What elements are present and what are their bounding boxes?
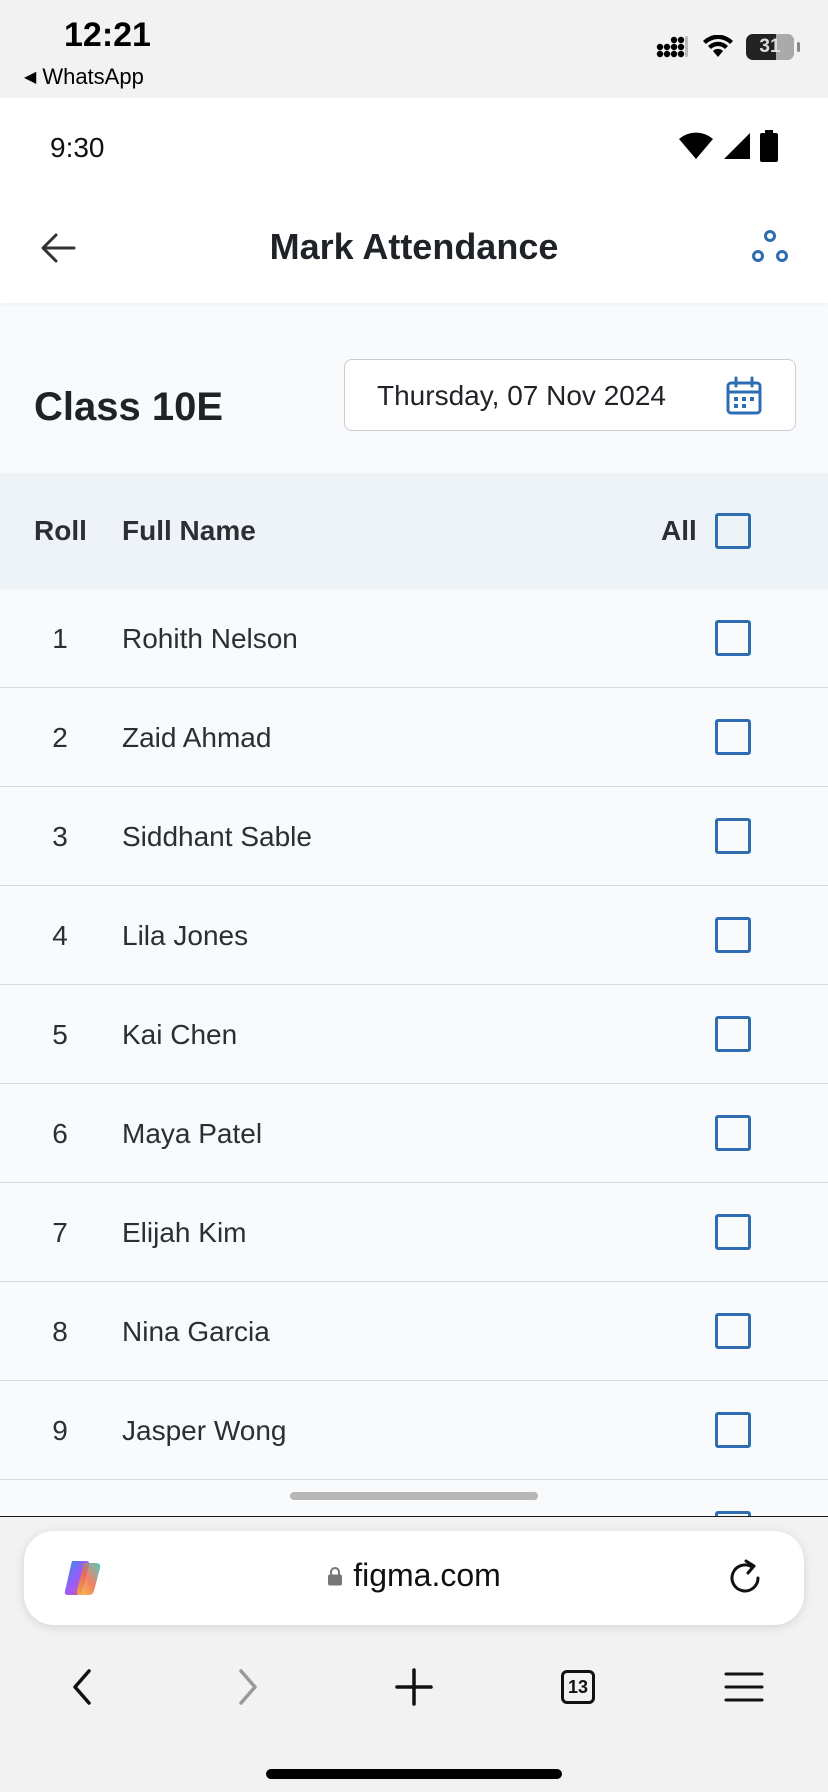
student-name: Lila Jones — [122, 920, 249, 951]
table-row: 2 Zaid Ahmad — [0, 688, 828, 787]
roll-number: 9 — [52, 1415, 68, 1446]
calendar-icon[interactable] — [725, 376, 763, 416]
attendance-checkbox[interactable] — [715, 620, 751, 656]
cellular-signal-icon — [656, 36, 688, 58]
lock-icon — [328, 1566, 343, 1585]
battery-level: 31 — [759, 36, 781, 57]
roll-number: 8 — [52, 1316, 68, 1347]
roll-number: 3 — [52, 821, 68, 852]
android-status-icons — [678, 130, 778, 162]
header-roll: Roll — [34, 515, 87, 546]
home-indicator — [266, 1769, 562, 1779]
student-name: Elijah Kim — [122, 1217, 247, 1248]
forward-icon — [239, 1669, 257, 1705]
table-header: Roll Full Name All — [0, 473, 828, 589]
new-tab-button[interactable] — [384, 1647, 444, 1727]
attendance-checkbox[interactable] — [715, 818, 751, 854]
class-name: Class 10E — [34, 385, 224, 429]
browser-toolbar: 13 — [0, 1647, 828, 1727]
select-all-checkbox[interactable] — [715, 513, 751, 549]
url-display[interactable]: figma.com — [24, 1557, 804, 1594]
browser-chrome: figma.com 13 — [0, 1516, 828, 1792]
url-text: figma.com — [353, 1557, 501, 1593]
menu-icon — [724, 1672, 764, 1702]
back-icon — [73, 1669, 91, 1705]
roll-number: 5 — [52, 1019, 68, 1050]
share-icon[interactable] — [746, 224, 794, 272]
attendance-checkbox[interactable] — [715, 1115, 751, 1151]
battery-icon — [760, 130, 778, 162]
menu-button[interactable] — [714, 1647, 774, 1727]
address-bar[interactable]: figma.com — [24, 1531, 804, 1625]
tabs-button[interactable]: 13 — [548, 1647, 608, 1727]
table-row: 5 Kai Chen — [0, 985, 828, 1084]
student-list: 1 Rohith Nelson 2 Zaid Ahmad 3 Siddhant … — [0, 589, 828, 1516]
app-home-indicator — [290, 1492, 538, 1500]
back-triangle-icon: ◀ — [24, 69, 37, 86]
table-row: 3 Siddhant Sable — [0, 787, 828, 886]
date-picker[interactable]: Thursday, 07 Nov 2024 — [344, 359, 796, 431]
tabs-icon: 13 — [561, 1670, 595, 1704]
roll-number: 1 — [52, 623, 68, 654]
table-row: 4 Lila Jones — [0, 886, 828, 985]
attendance-checkbox[interactable] — [715, 719, 751, 755]
attendance-checkbox[interactable] — [715, 1412, 751, 1448]
attendance-checkbox[interactable] — [715, 1214, 751, 1250]
battery-icon: 31 — [746, 34, 800, 60]
student-name: Siddhant Sable — [122, 821, 312, 852]
table-row: 1 Rohith Nelson — [0, 589, 828, 688]
roll-number: 6 — [52, 1118, 68, 1149]
cell-signal-icon — [724, 133, 750, 159]
student-name: Zaid Ahmad — [122, 722, 272, 753]
ios-status-icons: 31 — [656, 34, 800, 60]
android-time: 9:30 — [50, 132, 105, 163]
header-all: All — [661, 515, 697, 546]
table-row: 8 Nina Garcia — [0, 1282, 828, 1381]
attendance-checkbox[interactable] — [715, 1016, 751, 1052]
student-name: Nina Garcia — [122, 1316, 270, 1347]
browser-back-button[interactable] — [52, 1647, 112, 1727]
table-row: 9 Jasper Wong — [0, 1381, 828, 1480]
wifi-icon — [703, 35, 733, 57]
roll-number: 2 — [52, 722, 68, 753]
attendance-checkbox[interactable] — [715, 917, 751, 953]
back-app-label: WhatsApp — [42, 64, 144, 89]
student-name: Rohith Nelson — [122, 623, 298, 654]
date-value: Thursday, 07 Nov 2024 — [377, 380, 666, 411]
wifi-icon — [679, 132, 713, 159]
new-tab-icon — [395, 1668, 433, 1706]
student-name: Kai Chen — [122, 1019, 238, 1050]
attendance-checkbox[interactable] — [715, 1313, 751, 1349]
student-name: Jasper Wong — [122, 1415, 287, 1446]
app-screen: 9:30 Mark Attendance Class 10E Thursday,… — [0, 98, 828, 1516]
app-bar: Mark Attendance — [0, 198, 828, 303]
ios-status-bar: 12:21 ◀ WhatsApp 31 — [0, 0, 828, 98]
class-row: Class 10E Thursday, 07 Nov 2024 — [0, 303, 828, 473]
android-status-bar: 9:30 — [0, 98, 828, 198]
reload-icon[interactable] — [722, 1555, 768, 1601]
table-row: 6 Maya Patel — [0, 1084, 828, 1183]
browser-forward-button[interactable] — [218, 1647, 278, 1727]
page-title: Mark Attendance — [269, 226, 559, 267]
header-full-name: Full Name — [122, 515, 256, 546]
student-name: Maya Patel — [122, 1118, 263, 1149]
back-to-whatsapp[interactable]: ◀ WhatsApp — [24, 64, 144, 90]
roll-number: 4 — [52, 920, 68, 951]
table-row: 7 Elijah Kim — [0, 1183, 828, 1282]
roll-number: 7 — [52, 1217, 68, 1248]
ios-time: 12:21 — [64, 16, 151, 54]
